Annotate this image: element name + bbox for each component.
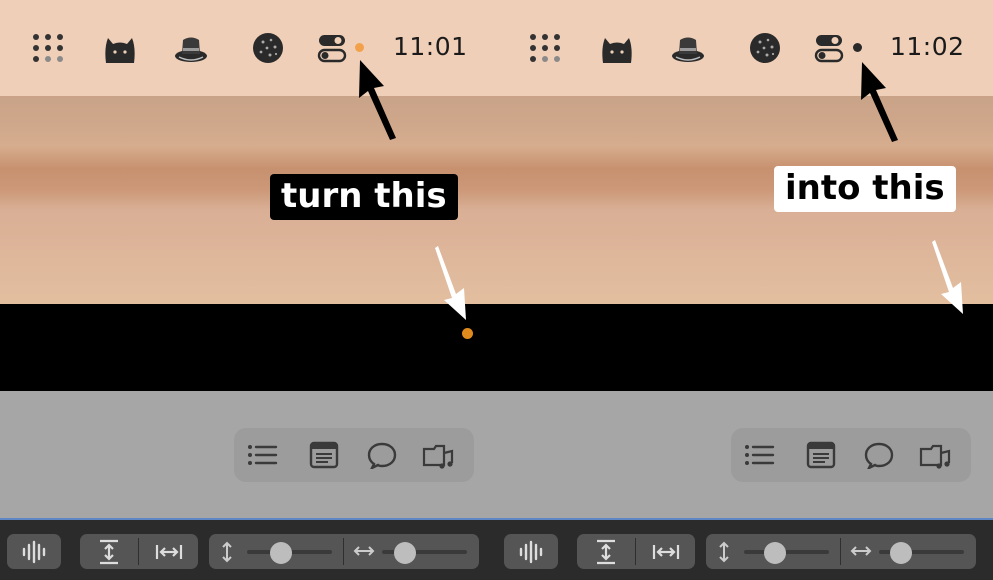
- vertical-expand-button[interactable]: [577, 534, 635, 569]
- window-background: [0, 391, 497, 518]
- horizontal-arrows-icon: [850, 546, 872, 556]
- cat-icon[interactable]: [102, 30, 138, 66]
- annotation-label: turn this: [270, 174, 458, 220]
- pointer-arrow-icon: [359, 60, 396, 140]
- zoom-controls: [706, 534, 976, 569]
- waveform-icon: [519, 540, 543, 563]
- cookie-icon[interactable]: [747, 30, 783, 66]
- pointer-arrow-icon: [861, 62, 898, 142]
- expand-controls: [80, 534, 198, 569]
- menu-bar: 11:01: [0, 0, 497, 96]
- toolbar: [234, 428, 474, 482]
- before-panel: 11:01 turn this: [0, 0, 497, 580]
- bottom-control-bar: [0, 518, 497, 580]
- vertical-arrows-icon: [222, 541, 232, 563]
- horizontal-expand-icon: [155, 544, 182, 559]
- horizontal-expand-button[interactable]: [139, 534, 198, 569]
- status-indicator-dot: [462, 328, 473, 339]
- toggle-switches-icon[interactable]: [316, 30, 352, 66]
- status-indicator-dot: [355, 43, 364, 52]
- toggle-switches-icon[interactable]: [813, 30, 849, 66]
- menu-bar-clock[interactable]: 11:01: [393, 32, 468, 61]
- waveform-button[interactable]: [7, 534, 61, 569]
- list-icon[interactable]: [743, 441, 775, 469]
- document-icon[interactable]: [308, 441, 340, 469]
- menu-bar: 11:02: [497, 0, 993, 96]
- cookie-icon[interactable]: [250, 30, 286, 66]
- grid-dots-icon[interactable]: [527, 30, 563, 66]
- annotation-label: into this: [774, 166, 956, 212]
- speech-bubble-icon[interactable]: [366, 441, 398, 469]
- expand-controls: [577, 534, 695, 569]
- waveform-icon: [22, 540, 46, 563]
- menu-bar-clock[interactable]: 11:02: [890, 32, 965, 61]
- waveform-button[interactable]: [504, 534, 558, 569]
- bottom-control-bar: [497, 518, 993, 580]
- speech-bubble-icon[interactable]: [863, 441, 895, 469]
- horizontal-arrows-icon: [353, 546, 375, 556]
- zoom-controls: [209, 534, 479, 569]
- black-band: [497, 304, 993, 391]
- horizontal-zoom-slider-knob[interactable]: [394, 542, 416, 564]
- list-icon[interactable]: [246, 441, 278, 469]
- horizontal-expand-button[interactable]: [636, 534, 695, 569]
- vertical-expand-icon: [100, 539, 118, 564]
- toolbar: [731, 428, 971, 482]
- vertical-expand-icon: [597, 539, 615, 564]
- black-band: [0, 304, 497, 391]
- vertical-zoom-slider-knob[interactable]: [270, 542, 292, 564]
- pointer-arrow-icon: [435, 246, 466, 320]
- document-icon[interactable]: [805, 441, 837, 469]
- horizontal-expand-icon: [652, 544, 679, 559]
- media-files-icon[interactable]: [919, 441, 951, 469]
- cat-icon[interactable]: [599, 30, 635, 66]
- vertical-zoom-slider-knob[interactable]: [764, 542, 786, 564]
- hat-icon[interactable]: [670, 30, 706, 66]
- grid-dots-icon[interactable]: [30, 30, 66, 66]
- after-panel: 11:02 into this: [497, 0, 993, 580]
- vertical-zoom-slider[interactable]: [744, 550, 829, 554]
- vertical-expand-button[interactable]: [80, 534, 138, 569]
- vertical-arrows-icon: [719, 541, 729, 563]
- media-files-icon[interactable]: [422, 441, 454, 469]
- pointer-arrow-icon: [932, 240, 963, 314]
- window-background: [497, 391, 993, 518]
- status-indicator-dot: [853, 43, 862, 52]
- hat-icon[interactable]: [173, 30, 209, 66]
- horizontal-zoom-slider-knob[interactable]: [890, 542, 912, 564]
